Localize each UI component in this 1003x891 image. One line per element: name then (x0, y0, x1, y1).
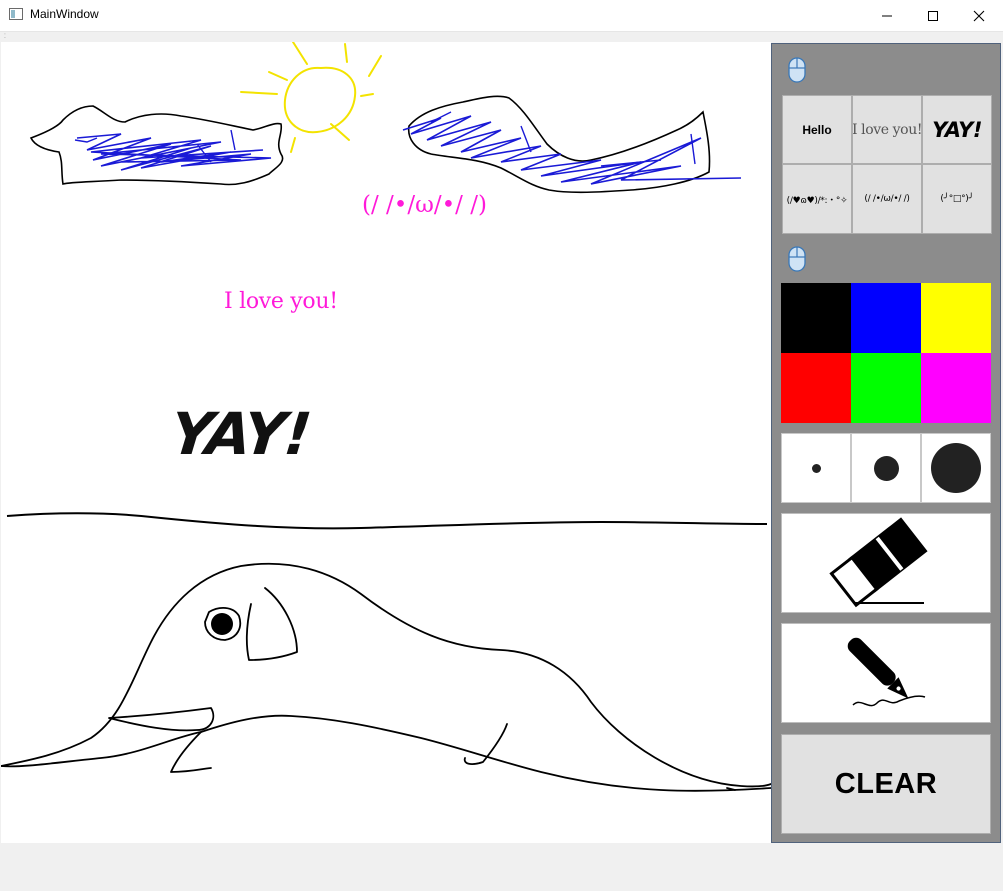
large-dot-icon (931, 443, 981, 493)
tool-panel: Hello I love you! YAY! (/♥ɷ♥)/*:・°✧ (/ /… (771, 43, 1001, 843)
canvas-drawing (1, 42, 771, 792)
mouse-icon (787, 55, 807, 85)
color-swatch-red[interactable] (781, 353, 851, 423)
medium-dot-icon (873, 455, 899, 481)
eraser-icon (829, 517, 928, 608)
brush-size-selector (781, 433, 991, 503)
close-icon (973, 10, 985, 21)
love-stamp: I love you! (224, 289, 338, 314)
sun-drawing (240, 42, 382, 153)
right-cloud-scribble (402, 115, 742, 185)
minimize-button[interactable] (864, 0, 910, 31)
menu-grip-icon: ⁚ (4, 33, 6, 40)
color-palette (781, 283, 991, 423)
close-button[interactable] (956, 0, 1002, 31)
color-swatch-magenta[interactable] (921, 353, 991, 423)
kaomoji-stamp: (/ /•/ω/•/ /) (362, 192, 487, 218)
color-swatch-green[interactable] (851, 353, 921, 423)
color-swatch-black[interactable] (781, 283, 851, 353)
creature-eye (211, 613, 233, 635)
pen-button[interactable] (781, 623, 991, 723)
mouse-icon (787, 244, 807, 274)
left-cloud-scribble (76, 133, 272, 171)
creature-drawing (1, 562, 771, 792)
maximize-icon (928, 10, 938, 21)
window-title: MainWindow (30, 7, 99, 21)
status-bar (0, 843, 1003, 891)
yay-stamp: YAY! (167, 400, 314, 468)
minimize-icon (882, 15, 892, 16)
clear-button[interactable]: CLEAR (781, 734, 991, 834)
stamp-button-kaomoji-shy[interactable]: (/ /•/ω/•/ /) (852, 164, 922, 234)
brush-size-medium-button[interactable] (851, 433, 921, 503)
brush-size-small-button[interactable] (781, 433, 851, 503)
drawing-canvas[interactable]: (/ /•/ω/•/ /) I love you! YAY! (1, 42, 771, 843)
right-cloud-drawing (407, 95, 711, 194)
eraser-button[interactable] (781, 513, 991, 613)
horizon-line (6, 512, 768, 530)
small-dot-icon (811, 463, 821, 473)
brush-size-large-button[interactable] (921, 433, 991, 503)
app-icon (9, 8, 23, 20)
color-swatch-yellow[interactable] (921, 283, 991, 353)
stamp-button-kaomoji-sparkle[interactable]: (/♥ɷ♥)/*:・°✧ (782, 164, 852, 234)
color-swatch-blue[interactable] (851, 283, 921, 353)
title-bar: MainWindow (0, 0, 1003, 32)
stamp-button-love[interactable]: I love you! (852, 95, 922, 164)
stamp-buttons: Hello I love you! YAY! (/♥ɷ♥)/*:・°✧ (/ /… (782, 95, 992, 234)
menu-bar: ⁚ (0, 32, 1003, 42)
fountain-pen-icon (847, 637, 926, 707)
stamp-button-hello[interactable]: Hello (782, 95, 852, 164)
stamp-button-kaomoji-flip[interactable]: (╯°□°)╯ (922, 164, 992, 234)
stamp-button-yay[interactable]: YAY! (922, 95, 992, 164)
maximize-button[interactable] (910, 0, 956, 31)
